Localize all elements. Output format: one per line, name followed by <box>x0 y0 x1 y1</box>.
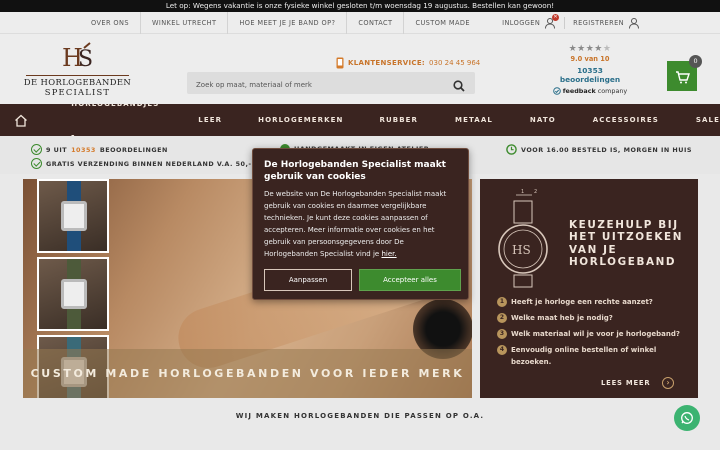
cookie-more-link[interactable]: hier. <box>381 250 396 258</box>
cookie-actions: Aanpassen Accepteer alles <box>264 269 461 291</box>
cookie-adjust-button[interactable]: Aanpassen <box>264 269 352 291</box>
cookie-accept-button[interactable]: Accepteer alles <box>359 269 461 291</box>
cookie-body: De website van De Horlogebanden Speciali… <box>264 190 447 258</box>
cookie-dialog: De Horlogebanden Specialist maakt gebrui… <box>252 148 469 300</box>
cookie-title: De Horlogebanden Specialist maakt gebrui… <box>264 160 446 182</box>
